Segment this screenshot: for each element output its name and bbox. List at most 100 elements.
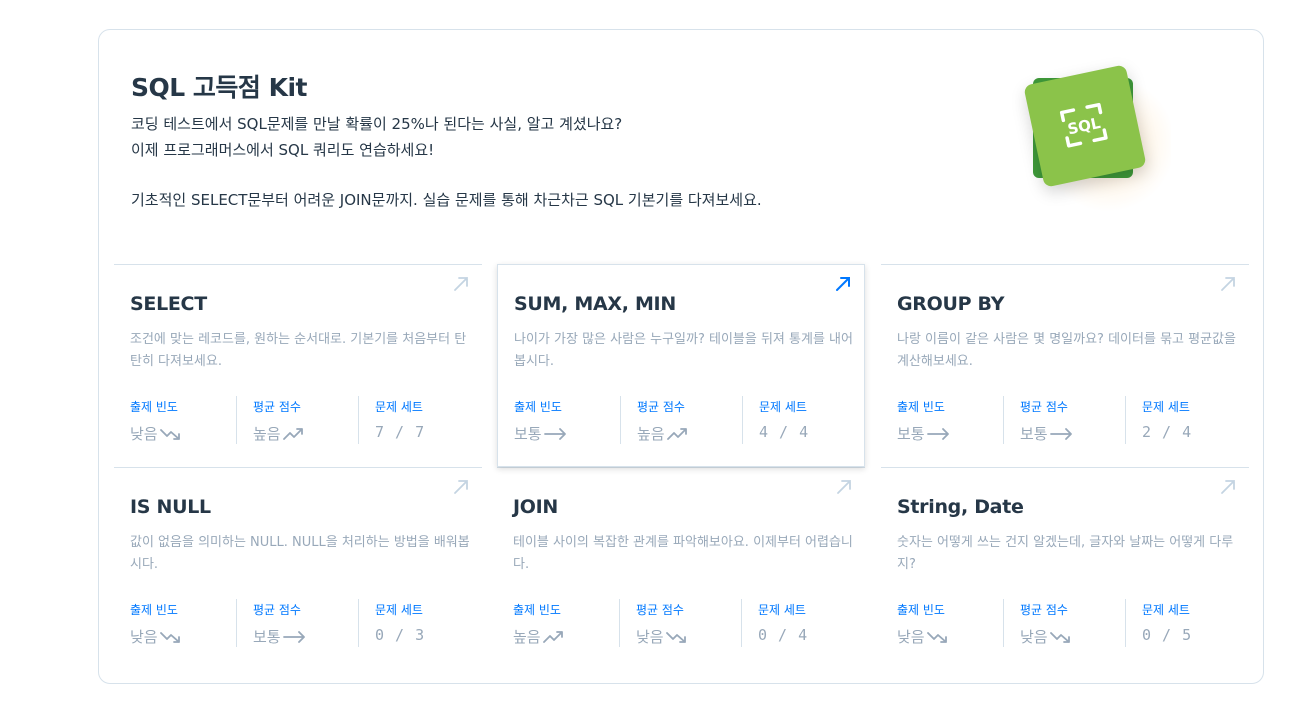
svg-text:SQL: SQL	[1066, 114, 1103, 139]
kit-card[interactable]: String, Date 숫자는 어떻게 쓰는 건지 알겠는데, 글자와 날짜는…	[881, 467, 1249, 670]
stat-sets: 문제 세트 7 / 7	[358, 396, 470, 444]
arrow-up-right-icon[interactable]	[1219, 478, 1237, 496]
stat-frequency: 출제 빈도 낮음	[130, 396, 236, 444]
arrow-up-right-icon[interactable]	[452, 478, 470, 496]
stat-label: 출제 빈도	[897, 400, 945, 414]
trend-down-icon	[159, 631, 180, 643]
stat-value: 보통	[897, 425, 925, 443]
stat-sets: 문제 세트 4 / 4	[742, 396, 854, 444]
stat-label: 평균 점수	[1020, 400, 1068, 414]
stat-sets: 문제 세트 0 / 4	[741, 599, 853, 647]
trend-down-icon	[159, 428, 180, 440]
card-title[interactable]: JOIN	[513, 496, 558, 518]
card-title[interactable]: SUM, MAX, MIN	[514, 293, 676, 315]
stat-frequency: 출제 빈도 낮음	[130, 599, 236, 647]
card-description: 값이 없음을 의미하는 NULL. NULL을 처리하는 방법을 배워봅시다.	[130, 535, 470, 572]
stat-frequency: 출제 빈도 보통	[514, 396, 620, 444]
stat-score: 평균 점수 높음	[236, 396, 358, 444]
stat-label: 평균 점수	[636, 603, 684, 617]
kit-card[interactable]: JOIN 테이블 사이의 복잡한 관계를 파악해보아요. 이제부터 어렵습니다.…	[497, 467, 865, 670]
stat-label: 출제 빈도	[130, 603, 178, 617]
kit-card[interactable]: SELECT 조건에 맞는 레코드를, 원하는 순서대로. 기본기를 처음부터 …	[114, 264, 482, 467]
page-title: SQL 고득점 Kit	[131, 73, 308, 102]
card-title[interactable]: IS NULL	[130, 496, 211, 518]
stat-value: 낮음	[130, 628, 158, 646]
card-stats: 출제 빈도 낮음 평균 점수 낮음 문제 세트 0 / 5	[897, 599, 1237, 647]
stat-label: 문제 세트	[375, 400, 423, 414]
stat-label: 평균 점수	[253, 400, 301, 414]
stat-value: 낮음	[897, 628, 925, 646]
card-stats: 출제 빈도 낮음 평균 점수 높음 문제 세트 7 / 7	[130, 396, 470, 444]
trend-flat-icon	[282, 630, 305, 643]
arrow-up-right-icon[interactable]	[834, 275, 852, 293]
stat-label: 문제 세트	[758, 603, 806, 617]
card-stats: 출제 빈도 보통 평균 점수 보통 문제 세트 2 / 4	[897, 396, 1237, 444]
card-description: 테이블 사이의 복잡한 관계를 파악해보아요. 이제부터 어렵습니다.	[513, 535, 853, 572]
stat-value: 낮음	[1020, 628, 1048, 646]
card-stats: 출제 빈도 보통 평균 점수 높음 문제 세트 4 / 4	[514, 396, 854, 444]
arrow-up-right-icon[interactable]	[452, 275, 470, 293]
stat-score: 평균 점수 보통	[236, 599, 358, 647]
stat-value: 높음	[637, 425, 665, 443]
stat-label: 출제 빈도	[514, 400, 562, 414]
card-description: 숫자는 어떻게 쓰는 건지 알겠는데, 글자와 날짜는 어떻게 다루지?	[897, 535, 1234, 572]
card-stats: 출제 빈도 높음 평균 점수 낮음 문제 세트 0 / 4	[513, 599, 853, 647]
stat-score: 평균 점수 낮음	[1003, 599, 1125, 647]
card-title[interactable]: String, Date	[897, 496, 1024, 518]
stat-label: 문제 세트	[759, 400, 807, 414]
stat-label: 출제 빈도	[897, 603, 945, 617]
stat-sets: 문제 세트 2 / 4	[1125, 396, 1237, 444]
card-title[interactable]: SELECT	[130, 293, 207, 315]
kit-card[interactable]: IS NULL 값이 없음을 의미하는 NULL. NULL을 처리하는 방법을…	[114, 467, 482, 670]
stat-value: 높음	[513, 628, 541, 646]
stat-value: 0 / 5	[1142, 626, 1193, 644]
stat-label: 문제 세트	[1142, 603, 1190, 617]
kit-card-active[interactable]: SUM, MAX, MIN 나이가 가장 많은 사람은 누구일까? 테이블을 뒤…	[497, 264, 865, 467]
stat-value: 높음	[253, 425, 281, 443]
stat-score: 평균 점수 보통	[1003, 396, 1125, 444]
arrow-up-right-icon[interactable]	[1219, 275, 1237, 293]
card-title[interactable]: GROUP BY	[897, 293, 1004, 315]
trend-flat-icon	[1049, 427, 1072, 440]
trend-up-icon	[542, 630, 563, 643]
stat-label: 평균 점수	[1020, 603, 1068, 617]
stat-label: 문제 세트	[1142, 400, 1190, 414]
trend-up-icon	[282, 427, 303, 440]
stat-value: 보통	[253, 628, 281, 646]
stat-label: 출제 빈도	[130, 400, 178, 414]
stat-value: 낮음	[130, 425, 158, 443]
stat-sets: 문제 세트 0 / 3	[358, 599, 470, 647]
card-description: 나이가 가장 많은 사람은 누구일까? 테이블을 뒤져 통계를 내어봅시다.	[514, 332, 853, 369]
trend-down-icon	[1049, 631, 1070, 643]
trend-flat-icon	[926, 427, 949, 440]
stat-value: 0 / 4	[758, 626, 809, 644]
stat-value: 보통	[514, 425, 542, 443]
stat-label: 평균 점수	[253, 603, 301, 617]
stat-label: 평균 점수	[637, 400, 685, 414]
sql-badge-icon: SQL	[1023, 64, 1147, 188]
stat-frequency: 출제 빈도 낮음	[897, 599, 1003, 647]
sql-logo: SQL	[1021, 64, 1171, 214]
card-description: 조건에 맞는 레코드를, 원하는 순서대로. 기본기를 처음부터 탄탄히 다져보…	[130, 332, 467, 369]
card-description: 나랑 이름이 같은 사람은 몇 명일까요? 데이터를 묶고 평균값을 계산해보세…	[897, 332, 1236, 369]
trend-flat-icon	[543, 427, 566, 440]
stat-value: 7 / 7	[375, 423, 426, 441]
stat-frequency: 출제 빈도 보통	[897, 396, 1003, 444]
kit-card[interactable]: GROUP BY 나랑 이름이 같은 사람은 몇 명일까요? 데이터를 묶고 평…	[881, 264, 1249, 467]
stat-score: 평균 점수 높음	[620, 396, 742, 444]
stat-label: 출제 빈도	[513, 603, 561, 617]
hero-description-line-3: 기초적인 SELECT문부터 어려운 JOIN문까지. 실습 문제를 통해 차근…	[131, 191, 762, 209]
stat-value: 낮음	[636, 628, 664, 646]
trend-down-icon	[665, 631, 686, 643]
stat-frequency: 출제 빈도 높음	[513, 599, 619, 647]
hero-description-line-1: 코딩 테스트에서 SQL문제를 만날 확률이 25%나 된다는 사실, 알고 계…	[131, 115, 623, 133]
stat-sets: 문제 세트 0 / 5	[1125, 599, 1237, 647]
stat-label: 문제 세트	[375, 603, 423, 617]
arrow-up-right-icon[interactable]	[835, 478, 853, 496]
stat-value: 4 / 4	[759, 423, 810, 441]
hero-description-line-2: 이제 프로그래머스에서 SQL 쿼리도 연습하세요!	[131, 141, 435, 159]
trend-down-icon	[926, 631, 947, 643]
stat-score: 평균 점수 낮음	[619, 599, 741, 647]
card-stats: 출제 빈도 낮음 평균 점수 보통 문제 세트 0 / 3	[130, 599, 470, 647]
trend-up-icon	[666, 427, 687, 440]
